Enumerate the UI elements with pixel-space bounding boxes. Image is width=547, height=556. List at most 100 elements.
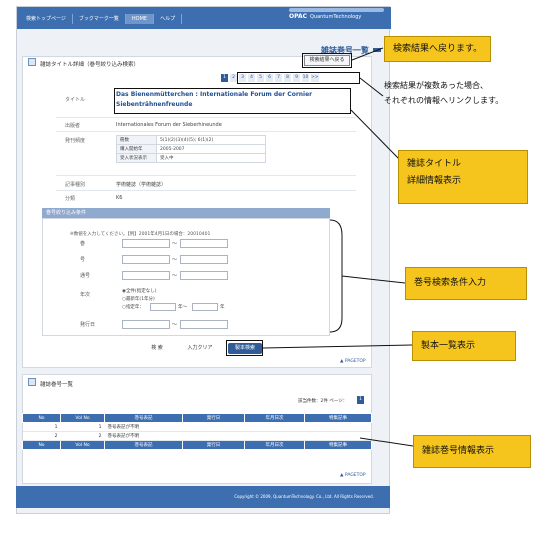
year-suffix: 年 xyxy=(220,305,225,310)
search-button[interactable]: 検 索 xyxy=(141,343,173,354)
logo-sub: QuantumTechnology xyxy=(310,14,362,20)
divider xyxy=(56,175,356,176)
pager-page-1[interactable]: 1 xyxy=(221,74,228,82)
field-label-class: 分類 xyxy=(65,196,76,202)
pagetop-link[interactable]: ▲ PAGETOP xyxy=(340,473,366,478)
serial-to-input[interactable] xyxy=(180,271,228,280)
pubdate-to-input[interactable] xyxy=(180,320,228,329)
radio-specified[interactable]: ○指定年： xyxy=(122,304,144,310)
callout-back: 検索結果へ戻ります。 xyxy=(384,36,492,62)
highlight-pager xyxy=(237,72,360,84)
col-feature: 特集記事 xyxy=(304,413,372,423)
year-to-input[interactable] xyxy=(192,303,218,311)
serial-from-input[interactable] xyxy=(122,271,170,280)
holdings-label: 購入開始年 xyxy=(116,144,157,154)
callout-title-line-1: 雑誌タイトル xyxy=(407,159,462,169)
range-tilde: ～ xyxy=(172,257,178,263)
year-range-sep: 年～ xyxy=(178,305,187,310)
nav-bookmarks[interactable]: ブックマーク一覧 xyxy=(73,14,126,24)
callout-conditions: 巻号検索条件入力 xyxy=(405,267,527,300)
issue-to-input[interactable] xyxy=(180,255,228,264)
cell-feature xyxy=(304,422,372,432)
conditions-hint: ※数値を入力してください。【例】2001年4月1日の場合：20010401 xyxy=(70,232,211,237)
pubdate-from-input[interactable] xyxy=(122,320,170,329)
col-no: No xyxy=(22,413,61,423)
field-label-publisher: 出版者 xyxy=(65,123,81,129)
table-row[interactable]: 1 1 巻号表記が不明 xyxy=(22,422,372,432)
volume-from-input[interactable] xyxy=(122,239,170,248)
detail-panel-title: 雑誌タイトル詳細（巻号絞り込み検索） xyxy=(40,62,140,68)
foot-pubdate: 発行日 xyxy=(182,440,245,450)
range-tilde: ～ xyxy=(172,241,178,247)
list-panel-title: 雑誌巻号一覧 xyxy=(40,382,74,388)
cell-year-order xyxy=(244,431,305,441)
holdings-row: 冊数 5(1)(2)(3)(4)(5); 6(1)(2) xyxy=(116,135,266,145)
radio-latest[interactable]: ○最新年(1年分) xyxy=(122,296,155,302)
copyright: Copyright © 2009, QuantumTechnology. Co.… xyxy=(234,494,374,499)
table-footer-row: No Vol No 巻号表記 発行日 年月日次 特集記事 xyxy=(22,440,372,450)
clear-button[interactable]: 入力クリア xyxy=(180,343,220,354)
cell-feature xyxy=(304,431,372,441)
global-nav: 検索トップページ ブックマーク一覧 HOME ヘルプ xyxy=(20,14,183,24)
range-tilde: ～ xyxy=(172,273,178,279)
callout-bound: 製本一覧表示 xyxy=(412,331,516,361)
divider xyxy=(56,131,356,132)
foot-volno: Vol No xyxy=(60,440,105,450)
radio-specified-label: 指定年： xyxy=(125,305,144,310)
table-row[interactable]: 2 2 巻号表記が不明 xyxy=(22,431,372,441)
col-year-order: 年月日次 xyxy=(244,413,305,423)
highlight-back-button xyxy=(302,53,352,68)
pager-page-2[interactable]: 2 xyxy=(230,74,237,82)
conditions-header: 巻号絞り込み条件 xyxy=(42,208,330,218)
label-serial-number: 通号 xyxy=(80,273,91,279)
year-from-input[interactable] xyxy=(150,303,176,311)
volume-to-input[interactable] xyxy=(180,239,228,248)
class-value: K6 xyxy=(116,195,123,201)
divider xyxy=(56,190,356,191)
volume-table: No Vol No 巻号表記 発行日 年月日次 特集記事 1 1 巻号表記が不明… xyxy=(22,413,372,450)
cell-volume-notation[interactable]: 巻号表記が不明 xyxy=(104,422,183,432)
holdings-value: 受入中 xyxy=(156,153,266,163)
cell-volno: 1 xyxy=(60,422,105,432)
cell-volno: 2 xyxy=(60,431,105,441)
result-count: 該当件数：2件 ページ： xyxy=(298,399,348,404)
holdings-row: 受入状況表示 受入中 xyxy=(116,153,266,163)
foot-feature: 特集記事 xyxy=(304,440,372,450)
field-label-frequency: 発刊頻度 xyxy=(65,138,86,144)
logo-text: OPAC xyxy=(289,13,307,20)
list-icon xyxy=(28,378,36,386)
callout-pager: 検索結果が複数あった場合、 それぞれの情報へリンクします。 xyxy=(384,78,503,108)
callout-title-line-2: 詳細情報表示 xyxy=(407,176,462,186)
label-year: 年次 xyxy=(80,292,91,298)
field-label-type: 記事種別 xyxy=(65,182,86,188)
page-footer: Copyright © 2009, QuantumTechnology. Co.… xyxy=(16,486,390,508)
holdings-label: 受入状況表示 xyxy=(116,153,157,163)
type-value: 学術雑誌（学術雑誌） xyxy=(116,182,167,188)
cell-pubdate xyxy=(182,431,245,441)
label-pub-date: 発行日 xyxy=(80,322,96,328)
cell-year-order xyxy=(244,422,305,432)
holdings-value: 2005-2007 xyxy=(156,144,266,154)
callout-list: 雑誌巻号情報表示 xyxy=(413,435,531,468)
highlight-title xyxy=(114,88,351,114)
cell-no: 2 xyxy=(22,431,61,441)
radio-all-label: 全件(指定なし) xyxy=(125,289,157,294)
nav-home[interactable]: HOME xyxy=(125,14,155,24)
col-pubdate: 発行日 xyxy=(182,413,245,423)
list-pager: 1 xyxy=(357,396,364,404)
radio-all[interactable]: ◉全件(指定なし) xyxy=(122,288,156,294)
callout-pager-line-2: それぞれの情報へリンクします。 xyxy=(384,96,504,105)
nav-help[interactable]: ヘルプ xyxy=(154,14,183,24)
callout-title-detail: 雑誌タイトル 詳細情報表示 xyxy=(398,150,528,204)
col-volume-notation: 巻号表記 xyxy=(104,413,183,423)
publisher-value: Internationales Forum der Sieberhineunde xyxy=(116,122,222,128)
nav-search-top[interactable]: 検索トップページ xyxy=(20,14,73,24)
logo-strip xyxy=(289,8,384,12)
pagetop-link[interactable]: ▲ PAGETOP xyxy=(340,359,366,364)
radio-latest-label: 最新年(1年分) xyxy=(125,297,155,302)
cell-volume-notation[interactable]: 巻号表記が不明 xyxy=(104,431,183,441)
table-header-row: No Vol No 巻号表記 発行日 年月日次 特集記事 xyxy=(22,413,372,423)
list-page-1[interactable]: 1 xyxy=(357,396,364,404)
issue-from-input[interactable] xyxy=(122,255,170,264)
cell-no: 1 xyxy=(22,422,61,432)
